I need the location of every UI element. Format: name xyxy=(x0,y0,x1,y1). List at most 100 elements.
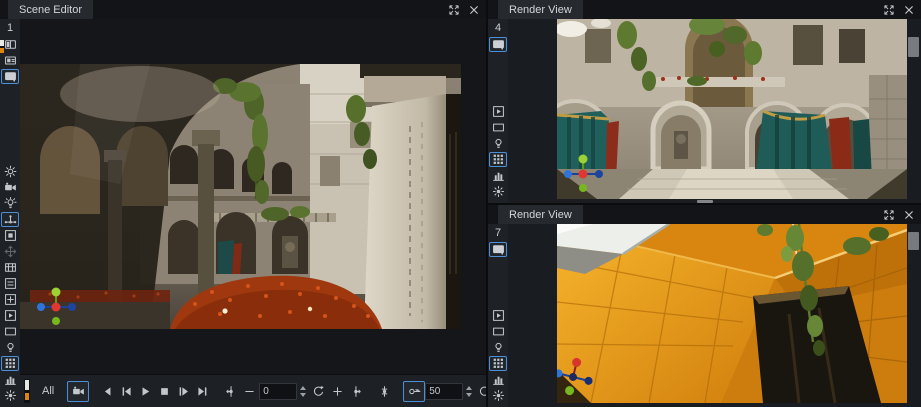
display-button[interactable] xyxy=(489,242,507,257)
fps-toggle-button[interactable] xyxy=(403,381,425,402)
frame-region-button[interactable] xyxy=(489,324,507,339)
mini-level-slider[interactable] xyxy=(0,40,4,53)
rect-icon xyxy=(492,121,505,134)
histogram-button[interactable] xyxy=(1,372,19,387)
frame-marker-left-icon xyxy=(224,385,237,398)
exposure-button[interactable] xyxy=(489,388,507,403)
move-tool-button xyxy=(1,244,19,259)
skip-end-icon xyxy=(196,385,209,398)
rect-icon xyxy=(492,325,505,338)
bulb-icon xyxy=(492,341,505,354)
minus-icon xyxy=(243,385,256,398)
loop-icon xyxy=(478,385,486,398)
window-buttons xyxy=(882,205,921,224)
exposure-button[interactable] xyxy=(1,388,19,403)
display-icon xyxy=(4,70,17,83)
decrement-frame-button[interactable] xyxy=(240,382,259,401)
close-icon xyxy=(903,209,915,221)
grid-icon xyxy=(492,357,505,370)
fps-icon xyxy=(408,385,421,398)
flipbook-capture-button[interactable] xyxy=(67,381,89,402)
jump-end-button[interactable] xyxy=(193,382,212,401)
manipulator-button[interactable] xyxy=(1,212,19,227)
tab-scene-editor[interactable]: Scene Editor xyxy=(8,0,93,19)
render-view-panel-1: Render View 4 xyxy=(488,0,921,203)
scene-editor-panel: Scene Editor 1 xyxy=(0,0,486,407)
frame-region-button[interactable] xyxy=(489,120,507,135)
maximize-icon xyxy=(883,4,895,16)
scrollbar-thumb[interactable] xyxy=(697,200,713,203)
maximize-button[interactable] xyxy=(447,3,460,16)
play-region-button[interactable] xyxy=(489,308,507,323)
lighting-button[interactable] xyxy=(1,340,19,355)
out-frame-marker-button[interactable] xyxy=(347,382,366,401)
camera-view-button[interactable] xyxy=(1,53,19,68)
close-icon xyxy=(468,4,480,16)
scene-editor-viewport[interactable] xyxy=(20,19,486,374)
histogram-button[interactable] xyxy=(489,168,507,183)
vertical-scrollbar[interactable] xyxy=(908,19,920,203)
close-button[interactable] xyxy=(902,208,915,221)
window-buttons xyxy=(447,0,486,19)
light-button[interactable] xyxy=(1,196,19,211)
pixel-grid-button[interactable] xyxy=(489,356,507,371)
camera-icon xyxy=(4,181,17,194)
settings-button[interactable] xyxy=(1,164,19,179)
frame-spinner[interactable] xyxy=(300,386,306,397)
maximize-button[interactable] xyxy=(882,208,895,221)
render-camera-button[interactable] xyxy=(1,180,19,195)
in-frame-marker-button[interactable] xyxy=(221,382,240,401)
maximize-button[interactable] xyxy=(882,3,895,16)
render-view-panel-2: Render View 7 xyxy=(488,205,921,407)
tab-render-view-2[interactable]: Render View xyxy=(498,205,583,224)
pixel-grid-button[interactable] xyxy=(1,356,19,371)
frame-region-button[interactable] xyxy=(1,324,19,339)
chart-icon xyxy=(492,169,505,182)
play-backwards-button[interactable] xyxy=(98,382,117,401)
display-button[interactable] xyxy=(1,69,19,84)
stop-button[interactable] xyxy=(155,382,174,401)
histogram-button[interactable] xyxy=(489,372,507,387)
increment-frame-button[interactable] xyxy=(328,382,347,401)
jump-start-button[interactable] xyxy=(117,382,136,401)
pixel-grid-button[interactable] xyxy=(489,152,507,167)
grid-icon xyxy=(4,357,17,370)
exposure-button[interactable] xyxy=(489,184,507,199)
image-number: 7 xyxy=(495,227,501,239)
reset-frame-button[interactable] xyxy=(309,382,328,401)
vertical-scrollbar[interactable] xyxy=(908,224,920,407)
reset-fps-button[interactable] xyxy=(475,382,486,401)
grid-icon xyxy=(492,153,505,166)
level-slider[interactable] xyxy=(24,379,30,403)
step-forward-button[interactable] xyxy=(174,382,193,401)
fps-spinner[interactable] xyxy=(466,386,472,397)
scanlines-button[interactable] xyxy=(1,276,19,291)
window-buttons xyxy=(882,0,921,19)
lighting-button[interactable] xyxy=(489,136,507,151)
close-icon xyxy=(903,4,915,16)
frame-input[interactable] xyxy=(259,383,297,400)
scrollbar-thumb[interactable] xyxy=(908,37,919,57)
display-button[interactable] xyxy=(489,37,507,52)
translate-gizmo[interactable] xyxy=(34,283,78,329)
play-region-button[interactable] xyxy=(1,308,19,323)
close-button[interactable] xyxy=(902,3,915,16)
play-region-button[interactable] xyxy=(489,104,507,119)
tab-render-view-1[interactable]: Render View xyxy=(498,0,583,19)
scene-editor-toolbar: 1 xyxy=(0,19,20,407)
crop-region-button[interactable] xyxy=(1,228,19,243)
play-button[interactable] xyxy=(136,382,155,401)
current-frame-marker-button[interactable] xyxy=(375,382,394,401)
frame-marker-icon xyxy=(378,385,391,398)
scrollbar-thumb[interactable] xyxy=(908,232,919,250)
horizontal-scrollbar[interactable] xyxy=(508,199,921,203)
render-view-2-viewport[interactable] xyxy=(508,224,921,407)
filmstrip-button[interactable] xyxy=(1,260,19,275)
fps-input[interactable] xyxy=(425,383,463,400)
translate-gizmo[interactable] xyxy=(561,150,605,198)
tile-grid-button[interactable] xyxy=(1,292,19,307)
lighting-button[interactable] xyxy=(489,340,507,355)
boxed-grid-icon xyxy=(4,293,17,306)
render-view-1-viewport[interactable] xyxy=(508,19,921,203)
close-button[interactable] xyxy=(467,3,480,16)
